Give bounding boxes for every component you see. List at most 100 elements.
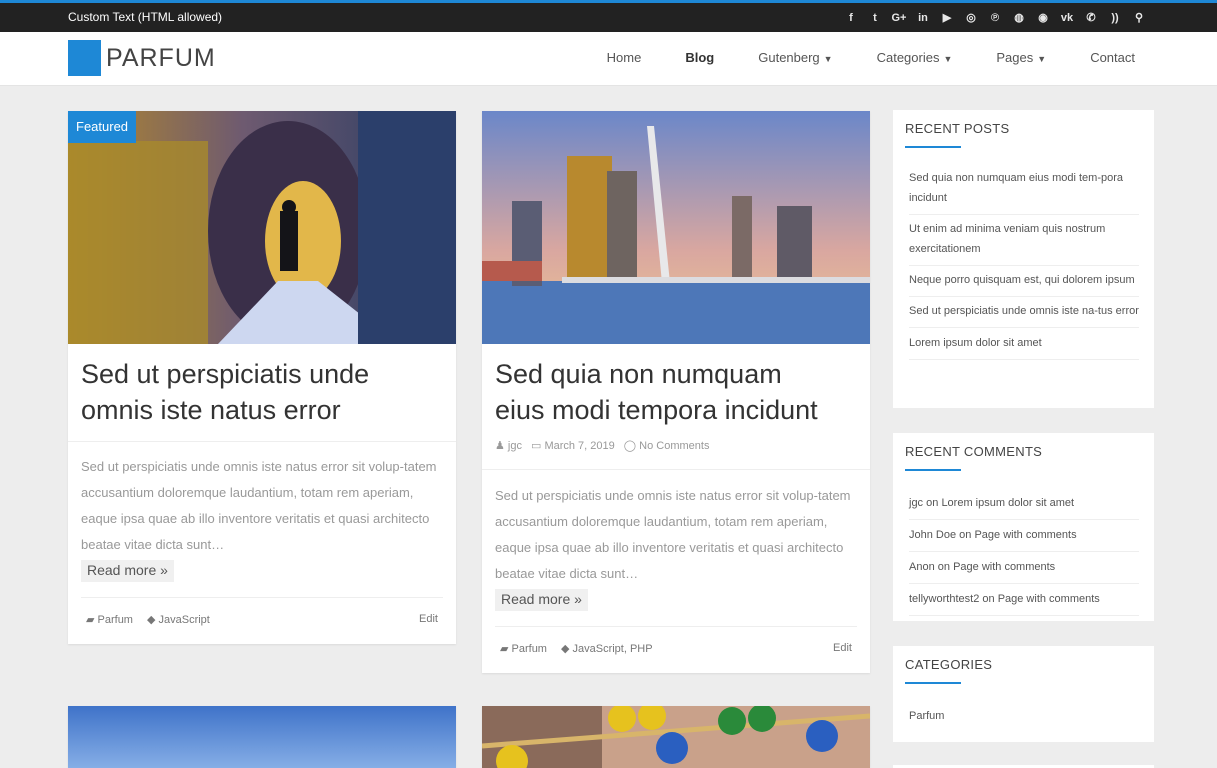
- dribbble-icon[interactable]: ◍: [1011, 11, 1027, 26]
- nav-contact[interactable]: Contact: [1090, 50, 1135, 65]
- tunnel-image: [68, 111, 456, 344]
- author-name: jgc: [507, 440, 522, 452]
- category-label: Parfum: [511, 643, 547, 655]
- category-link[interactable]: ▰ Parfum: [86, 613, 133, 626]
- comment-on: on: [982, 593, 995, 605]
- category-label: Parfum: [97, 614, 133, 626]
- post-featured-image[interactable]: Featured: [68, 111, 456, 344]
- widget-recent-posts: RECENT POSTS Sed quia non numquam eius m…: [893, 110, 1154, 408]
- widget-title: RECENT POSTS: [905, 121, 1010, 136]
- author-link[interactable]: ♟ jgc: [495, 439, 522, 452]
- caret-down-icon: ▼: [823, 54, 833, 64]
- comment-on: on: [926, 497, 939, 509]
- post-footer-meta: ▰ Parfum ◆ JavaScript, PHP Edit: [500, 642, 852, 655]
- post-title[interactable]: Sed quia non numquam eius modi tempora i…: [495, 356, 857, 428]
- topbar-custom-text: Custom Text (HTML allowed): [68, 10, 223, 24]
- post-excerpt: Sed ut perspiciatis unde omnis iste natu…: [81, 459, 437, 552]
- whatsapp-icon[interactable]: ✆: [1083, 11, 1099, 26]
- rss-icon[interactable]: )): [1107, 11, 1123, 26]
- nav-categories[interactable]: Categories ▼: [877, 50, 953, 65]
- post-card: Featured Sed ut perspiciatis unde omnis …: [68, 111, 456, 644]
- site-logo[interactable]: PARFUM: [68, 40, 216, 76]
- comment-author[interactable]: tellyworthtest2: [909, 593, 979, 605]
- recent-post-link[interactable]: Ut enim ad minima veniam quis nostrum ex…: [909, 215, 1139, 266]
- recent-post-link[interactable]: Neque porro quisquam est, qui dolorem ip…: [909, 266, 1139, 297]
- date-link[interactable]: ▭ March 7, 2019: [531, 439, 615, 452]
- social-links: f t G+ in ▶ ◎ ℗ ◍ ◉ vk ✆ )) ⚲: [843, 11, 1147, 26]
- search-icon[interactable]: ⚲: [1131, 11, 1147, 26]
- tag-icon: ◆: [146, 614, 159, 626]
- category-link[interactable]: ▰ Parfum: [500, 642, 547, 655]
- tags-link[interactable]: ◆ JavaScript: [147, 613, 210, 626]
- edit-link[interactable]: Edit: [833, 642, 852, 655]
- category-item[interactable]: Parfum: [909, 701, 1139, 732]
- categories-list: Parfum: [909, 701, 1139, 732]
- nav-home[interactable]: Home: [607, 50, 642, 65]
- read-more-button[interactable]: Read more »: [495, 589, 588, 611]
- widget-title-underline: [905, 146, 961, 148]
- comment-on: on: [937, 561, 951, 573]
- comment-author[interactable]: jgc: [909, 497, 923, 509]
- post-title[interactable]: Sed ut perspiciatis unde omnis iste natu…: [81, 356, 443, 428]
- comment-author[interactable]: Anon: [909, 561, 935, 573]
- nav-blog[interactable]: Blog: [685, 50, 714, 65]
- edit-link[interactable]: Edit: [419, 613, 438, 626]
- comment-icon: ◯: [623, 440, 640, 452]
- post-featured-image[interactable]: [482, 111, 870, 344]
- comment-author[interactable]: John Doe: [909, 529, 956, 541]
- post-title-line: eius modi tempora incidunt: [495, 395, 818, 425]
- post-title-line: Sed quia non numquam: [495, 359, 782, 389]
- pinterest-icon[interactable]: ℗: [987, 11, 1003, 26]
- linkedin-icon[interactable]: in: [915, 11, 931, 26]
- comment-post-link[interactable]: Page with comments: [974, 529, 1076, 541]
- post-card-partial[interactable]: [482, 706, 870, 768]
- post-footer-meta: ▰ Parfum ◆ JavaScript Edit: [86, 613, 438, 626]
- comments-link[interactable]: ◯ No Comments: [624, 439, 710, 452]
- recent-comments-list: jgc on Lorem ipsum dolor sit amet John D…: [909, 488, 1139, 616]
- city-bridge-image: [482, 111, 870, 344]
- logo-mark: [68, 40, 101, 76]
- reddit-icon[interactable]: ◉: [1035, 11, 1051, 26]
- facebook-icon[interactable]: f: [843, 11, 859, 26]
- caret-down-icon: ▼: [943, 54, 953, 64]
- comment-post-link[interactable]: Lorem ipsum dolor sit amet: [941, 497, 1074, 509]
- tags-link[interactable]: ◆ JavaScript, PHP: [561, 642, 653, 655]
- twitter-icon[interactable]: t: [867, 11, 883, 26]
- youtube-icon[interactable]: ▶: [939, 11, 955, 26]
- recent-post-link[interactable]: Sed ut perspiciatis unde omnis iste na-t…: [909, 297, 1139, 328]
- recent-post-link[interactable]: Lorem ipsum dolor sit amet: [909, 328, 1139, 360]
- recent-comment: John Doe on Page with comments: [909, 520, 1139, 552]
- user-icon: ♟: [495, 440, 508, 452]
- site-header: PARFUM Home Blog Gutenberg ▼ Categories ▼ …: [0, 32, 1217, 86]
- post-meta: ♟ jgc ▭ March 7, 2019 ◯ No Comments: [495, 439, 709, 452]
- widget-title-underline: [905, 682, 961, 684]
- nav-gutenberg[interactable]: Gutenberg ▼: [758, 50, 832, 65]
- google-plus-icon[interactable]: G+: [891, 11, 907, 26]
- post-title-line: Sed ut perspiciatis unde: [81, 359, 370, 389]
- sky-image: [68, 706, 456, 768]
- recent-post-link[interactable]: Sed quia non numquam eius modi tem-pora …: [909, 164, 1139, 215]
- main-nav: Home Blog Gutenberg ▼ Categories ▼ Pages ▼ …: [563, 50, 1135, 65]
- top-bar: Custom Text (HTML allowed) f t G+ in ▶ ◎…: [0, 0, 1217, 32]
- folder-icon: ▰: [86, 614, 98, 626]
- post-card-partial[interactable]: [68, 706, 456, 768]
- nav-pages-label: Pages: [996, 50, 1034, 65]
- post-date: March 7, 2019: [544, 440, 615, 452]
- nav-gutenberg-label: Gutenberg: [758, 50, 820, 65]
- widget-title-underline: [905, 469, 961, 471]
- post-title-line: omnis iste natus error: [81, 395, 341, 425]
- featured-badge: Featured: [68, 111, 137, 143]
- widget-categories: CATEGORIES Parfum: [893, 646, 1154, 742]
- comment-on: on: [959, 529, 972, 541]
- comments-count: No Comments: [639, 440, 710, 452]
- divider: [81, 597, 443, 598]
- comment-post-link[interactable]: Page with comments: [953, 561, 1055, 573]
- read-more-button[interactable]: Read more »: [81, 560, 174, 582]
- recent-posts-list: Sed quia non numquam eius modi tem-pora …: [909, 164, 1139, 360]
- nav-categories-label: Categories: [876, 50, 940, 65]
- vk-icon[interactable]: vk: [1059, 11, 1075, 26]
- instagram-icon[interactable]: ◎: [963, 11, 979, 26]
- comment-post-link[interactable]: Page with comments: [998, 593, 1100, 605]
- nav-pages[interactable]: Pages ▼: [996, 50, 1046, 65]
- post-excerpt: Sed ut perspiciatis unde omnis iste natu…: [495, 488, 851, 581]
